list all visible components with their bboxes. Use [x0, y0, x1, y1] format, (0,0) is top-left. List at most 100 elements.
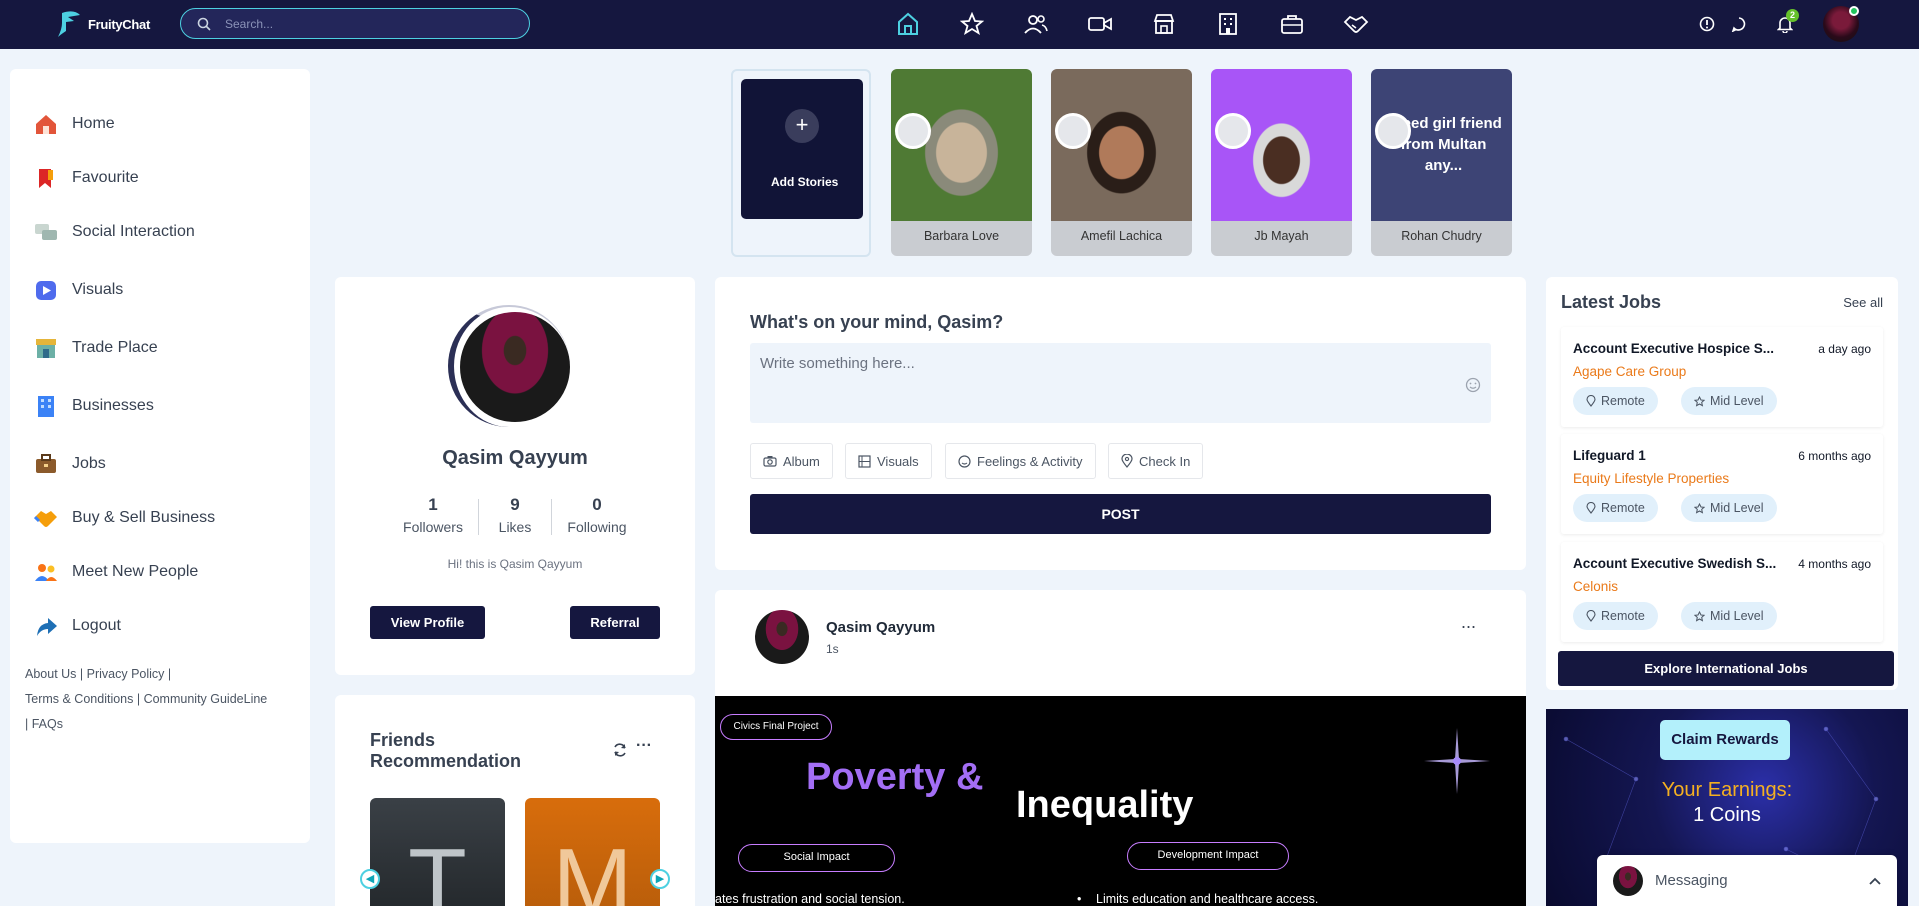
stat-value: 0 — [592, 495, 602, 514]
sidebar-item-favourite[interactable]: Favourite — [34, 167, 139, 189]
logout-icon — [37, 618, 57, 636]
sidebar-item-logout[interactable]: Logout — [34, 615, 121, 637]
referral-button[interactable]: Referral — [570, 606, 660, 639]
claim-rewards-button[interactable]: Claim Rewards — [1660, 720, 1790, 760]
sidebar-item-label: Meet New People — [72, 563, 199, 580]
post-author-name[interactable]: Qasim Qayyum — [826, 619, 935, 636]
sidebar-item-businesses[interactable]: Businesses — [34, 395, 154, 417]
sidebar-item-buy-sell-business[interactable]: Buy & Sell Business — [34, 507, 215, 529]
post-more-options[interactable]: ... — [1461, 612, 1476, 633]
nav-building-icon[interactable] — [1196, 8, 1260, 40]
info-icon[interactable] — [1691, 4, 1723, 44]
latest-jobs-card: Latest Jobs See all Account Executive Ho… — [1546, 277, 1898, 690]
friend-suggestion-tile[interactable]: T — [370, 798, 505, 906]
add-story-card[interactable]: + Add Stories — [731, 69, 871, 257]
sidebar-item-visuals[interactable]: Visuals — [34, 279, 123, 301]
more-options-icon[interactable]: ··· — [636, 737, 652, 755]
post-author-avatar[interactable] — [755, 610, 809, 664]
story-card[interactable]: I need girl friend from Multan any... Ro… — [1371, 69, 1512, 256]
job-item[interactable]: Account Executive Hospice S... a day ago… — [1561, 327, 1883, 427]
main-nav — [876, 8, 1388, 40]
nav-briefcase-icon[interactable] — [1260, 8, 1324, 40]
explore-jobs-button[interactable]: Explore International Jobs — [1558, 651, 1894, 686]
about-link[interactable]: About Us — [25, 667, 76, 681]
faqs-link[interactable]: FAQs — [32, 717, 63, 731]
friend-initial: T — [408, 829, 467, 906]
search-icon — [197, 17, 211, 31]
message-icon[interactable] — [1723, 4, 1755, 44]
nav-video-icon[interactable] — [1068, 8, 1132, 40]
user-avatar[interactable] — [1823, 6, 1859, 42]
privacy-link[interactable]: Privacy Policy — [87, 667, 165, 681]
post-text-input[interactable] — [750, 343, 1491, 423]
emoji-icon[interactable] — [1465, 377, 1481, 393]
post-composer: What's on your mind, Qasim? Album Visual… — [715, 277, 1526, 570]
album-button[interactable]: Album — [750, 443, 833, 479]
story-name: Barbara Love — [891, 221, 1032, 256]
stat-followers[interactable]: 1 Followers — [393, 495, 473, 535]
image-tag: Civics Final Project — [720, 714, 832, 740]
stat-following[interactable]: 0 Following — [557, 495, 637, 535]
post-image[interactable]: Civics Final Project Poverty & Inequalit… — [715, 696, 1526, 906]
home-icon — [36, 115, 56, 134]
guideline-link[interactable]: Community GuideLine — [144, 692, 268, 706]
story-card[interactable]: Amefil Lachica — [1051, 69, 1192, 256]
bell-icon[interactable]: 2 — [1769, 4, 1801, 44]
post-button[interactable]: POST — [750, 494, 1491, 534]
jobs-title: Latest Jobs — [1561, 292, 1662, 312]
stat-likes[interactable]: 9 Likes — [475, 495, 555, 535]
story-card[interactable]: Barbara Love — [891, 69, 1032, 256]
image-title-2: Inequality — [1016, 784, 1194, 826]
top-bar: FruityChat Search... 2 — [0, 0, 1919, 49]
nav-handshake-icon[interactable] — [1324, 8, 1388, 40]
logo-icon — [58, 11, 80, 37]
notification-badge: 2 — [1786, 9, 1799, 22]
friend-suggestion-tile[interactable]: M — [525, 798, 660, 906]
logo[interactable]: FruityChat — [56, 6, 150, 42]
sidebar-item-social-interaction[interactable]: Social Interaction — [34, 221, 195, 243]
carousel-next-button[interactable]: ▶ — [650, 869, 670, 889]
messaging-dock[interactable]: Messaging — [1597, 855, 1897, 906]
sidebar-item-home[interactable]: Home — [34, 113, 115, 135]
job-level-tag: Mid Level — [1681, 387, 1777, 415]
nav-people-icon[interactable] — [1004, 8, 1068, 40]
story-card[interactable]: Jb Mayah — [1211, 69, 1352, 256]
smile-icon — [958, 454, 971, 468]
image-title-1: Poverty & — [806, 756, 984, 798]
nav-star-icon[interactable] — [940, 8, 1004, 40]
sidebar-item-jobs[interactable]: Jobs — [34, 453, 106, 475]
top-right-actions: 2 — [1691, 4, 1859, 44]
nav-store-icon[interactable] — [1132, 8, 1196, 40]
deal-icon — [34, 511, 57, 527]
messaging-label: Messaging — [1655, 872, 1728, 889]
sidebar: Home Favourite Social Interaction Visual… — [10, 69, 310, 843]
see-all-link[interactable]: See all — [1843, 295, 1883, 310]
image-text-1: ates frustration and social tension. — [715, 892, 905, 906]
carousel-prev-button[interactable]: ◀ — [360, 869, 380, 889]
star-icon — [1694, 395, 1705, 407]
refresh-icon[interactable] — [612, 742, 628, 758]
film-icon — [858, 454, 871, 468]
stat-label: Followers — [403, 519, 463, 535]
chip-label: Feelings & Activity — [977, 453, 1083, 469]
search-bar[interactable] — [180, 8, 530, 39]
search-input[interactable] — [225, 16, 505, 31]
sidebar-item-label: Businesses — [72, 397, 154, 414]
online-status-dot — [1849, 6, 1859, 16]
job-item[interactable]: Lifeguard 1 6 months ago Equity Lifestyl… — [1561, 434, 1883, 534]
view-profile-button[interactable]: View Profile — [370, 606, 485, 639]
people-icon — [35, 564, 57, 581]
chat-bubbles-icon — [35, 224, 57, 240]
feelings-button[interactable]: Feelings & Activity — [945, 443, 1096, 479]
visuals-button[interactable]: Visuals — [845, 443, 932, 479]
terms-link[interactable]: Terms & Conditions — [25, 692, 133, 706]
chip-label: Visuals — [877, 453, 919, 469]
nav-home-icon[interactable] — [876, 8, 940, 40]
job-item[interactable]: Account Executive Swedish S... 4 months … — [1561, 542, 1883, 642]
plus-icon: + — [785, 109, 819, 143]
check-in-button[interactable]: Check In — [1108, 443, 1204, 479]
sidebar-item-meet-new-people[interactable]: Meet New People — [34, 561, 198, 583]
chevron-up-icon[interactable] — [1869, 877, 1881, 885]
profile-avatar[interactable] — [460, 312, 570, 422]
sidebar-item-trade-place[interactable]: Trade Place — [34, 337, 158, 359]
